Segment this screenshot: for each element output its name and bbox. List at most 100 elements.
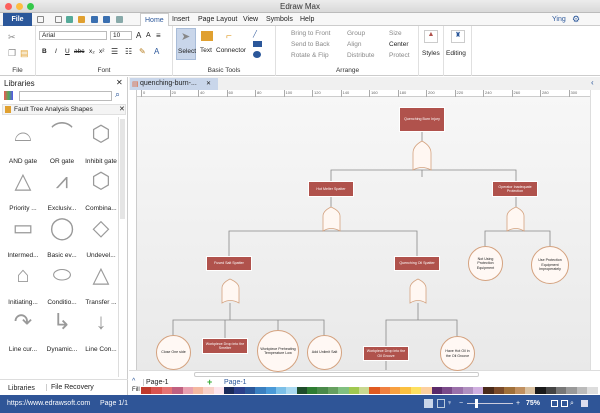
library-shape[interactable]: ⌂ Initiating... (3, 260, 43, 306)
fit-page-icon[interactable] (551, 400, 558, 407)
zoom-in-icon[interactable]: + (516, 395, 520, 413)
library-shape[interactable]: △ Transfer ... (81, 260, 121, 306)
normal-view-icon[interactable] (424, 399, 433, 408)
text-button[interactable]: Text (198, 28, 216, 60)
select-button[interactable]: ➤ Select (176, 28, 196, 60)
open-icon[interactable] (78, 16, 85, 23)
size-button[interactable]: Size (389, 30, 402, 37)
zoom-slider[interactable] (467, 399, 513, 408)
bold-icon[interactable]: B (42, 48, 47, 55)
event-operator-inadequate-protection[interactable]: Operator Inadequate Protection (492, 181, 538, 197)
minimize-window-icon[interactable] (16, 3, 23, 10)
event-quenching-burn-injury[interactable]: Quenching Burn Injury (399, 107, 445, 132)
tab-view[interactable]: View (239, 13, 262, 26)
page-view-icon[interactable] (437, 399, 445, 408)
align-button[interactable]: Align (347, 41, 361, 48)
distribute-button[interactable]: Distribute (347, 52, 374, 59)
italic-icon[interactable]: I (55, 48, 57, 55)
color-swatch[interactable] (592, 387, 598, 394)
zoom-icon[interactable]: ⌕ (570, 395, 574, 413)
editing-button[interactable]: ♜ Editing (444, 26, 472, 76)
align-icon[interactable]: ≡ (156, 31, 161, 40)
horizontal-scrollbar[interactable] (129, 370, 600, 378)
search-icon[interactable]: ⌕ (115, 89, 120, 100)
library-shape[interactable]: ◯ Basic ev... (42, 213, 82, 259)
export-icon[interactable] (116, 16, 123, 23)
redo-icon[interactable] (55, 16, 62, 23)
library-shape[interactable]: ⬭ Conditio... (42, 260, 82, 306)
library-shape[interactable]: ◇ Undevel... (81, 213, 121, 259)
tab-home[interactable]: Home (140, 13, 169, 26)
event-hot-oil-in-groove[interactable]: Have Hot Oil in the Oil Groove (440, 336, 475, 371)
tab-help[interactable]: Help (296, 13, 318, 26)
tab-insert[interactable]: Insert (168, 13, 194, 26)
connector-button[interactable]: ⌐ Connector (216, 28, 248, 60)
line-tool-icon[interactable]: ╱ (253, 30, 257, 38)
file-menu-button[interactable]: File (3, 13, 32, 26)
event-close-one-side[interactable]: Close One side (156, 335, 191, 370)
event-workpiece-drop-oil-groove[interactable]: Workpiece Drop into the Oil Groove (363, 346, 409, 361)
styles-button[interactable]: ▲ Styles (419, 26, 444, 76)
tab-symbols[interactable]: Symbols (262, 13, 297, 26)
superscript-icon[interactable]: x² (99, 48, 104, 55)
event-use-protection-improperly[interactable]: Use Protection Equipment Improperately (531, 246, 569, 284)
event-not-using-protection[interactable]: Not Using Protection Equipment (468, 246, 503, 281)
copy-icon[interactable]: ❐ (8, 48, 16, 59)
website-link[interactable]: https://www.edrawsoft.com (7, 395, 90, 413)
new-icon[interactable] (66, 16, 73, 23)
font-size-select[interactable]: 10 (110, 31, 132, 40)
zoom-out-icon[interactable]: − (459, 395, 463, 413)
protect-button[interactable]: Protect (389, 52, 410, 59)
bring-to-front-button[interactable]: Bring to Front (291, 30, 330, 37)
close-document-icon[interactable]: ✕ (206, 80, 211, 87)
rotate-flip-button[interactable]: Rotate & Flip (291, 52, 329, 59)
presentation-icon[interactable]: ♆ (447, 395, 452, 413)
font-color-icon[interactable]: A (154, 47, 159, 56)
library-category-icon[interactable] (4, 91, 13, 100)
tab-file-recovery[interactable]: File Recovery (46, 384, 94, 391)
page-select[interactable]: Page-1 (143, 379, 203, 386)
center-button[interactable]: Center (389, 41, 409, 48)
ellipse-tool-icon[interactable] (253, 51, 261, 58)
strikethrough-icon[interactable]: abc (74, 48, 84, 55)
library-shape[interactable]: ⌓ AND gate (3, 119, 43, 165)
grow-font-icon[interactable]: A (136, 31, 141, 40)
maximize-window-icon[interactable] (27, 3, 34, 10)
library-shape[interactable]: ↷ Line cur... (3, 307, 43, 353)
group-button[interactable]: Group (347, 30, 365, 37)
close-libraries-icon[interactable]: ✕ (116, 78, 123, 87)
collapse-panel-icon[interactable]: ‹ (591, 78, 594, 87)
event-workpiece-drop-smelter[interactable]: Workpiece Drop into the Smelter (202, 338, 248, 354)
fullscreen-icon[interactable] (581, 400, 588, 407)
rectangle-tool-icon[interactable] (253, 41, 262, 47)
fit-width-icon[interactable] (561, 400, 568, 407)
save-icon[interactable] (91, 16, 98, 23)
event-preheating-temperature-low[interactable]: Workpiece Preheating Temperature Low (257, 330, 299, 372)
subscript-icon[interactable]: x₂ (89, 48, 95, 55)
gear-icon[interactable]: ⚙ (572, 14, 580, 25)
library-shape[interactable]: △ Priority ... (3, 166, 43, 212)
zoom-level[interactable]: 75% (526, 395, 540, 413)
library-shape[interactable]: ⌒ OR gate (42, 119, 82, 165)
bullets-icon[interactable]: ☷ (125, 47, 132, 56)
underline-icon[interactable]: U (65, 48, 70, 55)
collapse-icon[interactable]: ^ (132, 378, 135, 385)
print-icon[interactable] (103, 16, 110, 23)
vertical-scrollbar[interactable] (590, 90, 600, 371)
add-page-icon[interactable]: + (207, 377, 212, 387)
undo-icon[interactable] (37, 16, 44, 23)
category-header[interactable]: Fault Tree Analysis Shapes ✕ (2, 104, 126, 115)
cut-icon[interactable]: ✂ (8, 32, 16, 43)
tab-libraries[interactable]: Libraries (8, 385, 35, 392)
event-fused-salt-spatter[interactable]: Fused Salt Spatter (206, 256, 252, 271)
document-tab[interactable]: ▤ quenching-burn-... ✕ (130, 78, 218, 90)
library-shape[interactable]: ▭ Intermed... (3, 213, 43, 259)
drawing-canvas[interactable] (137, 97, 590, 370)
event-add-unlimit-salt[interactable]: Add Unlimit Salt (307, 335, 342, 370)
library-search-input[interactable] (19, 91, 112, 101)
paste-icon[interactable]: ▤ (20, 48, 29, 59)
library-shape[interactable]: ⬡ Inhibit gate (81, 119, 121, 165)
highlight-icon[interactable]: ✎ (139, 47, 146, 56)
font-family-select[interactable]: Arial (39, 31, 107, 40)
shrink-font-icon[interactable]: A (146, 32, 151, 39)
